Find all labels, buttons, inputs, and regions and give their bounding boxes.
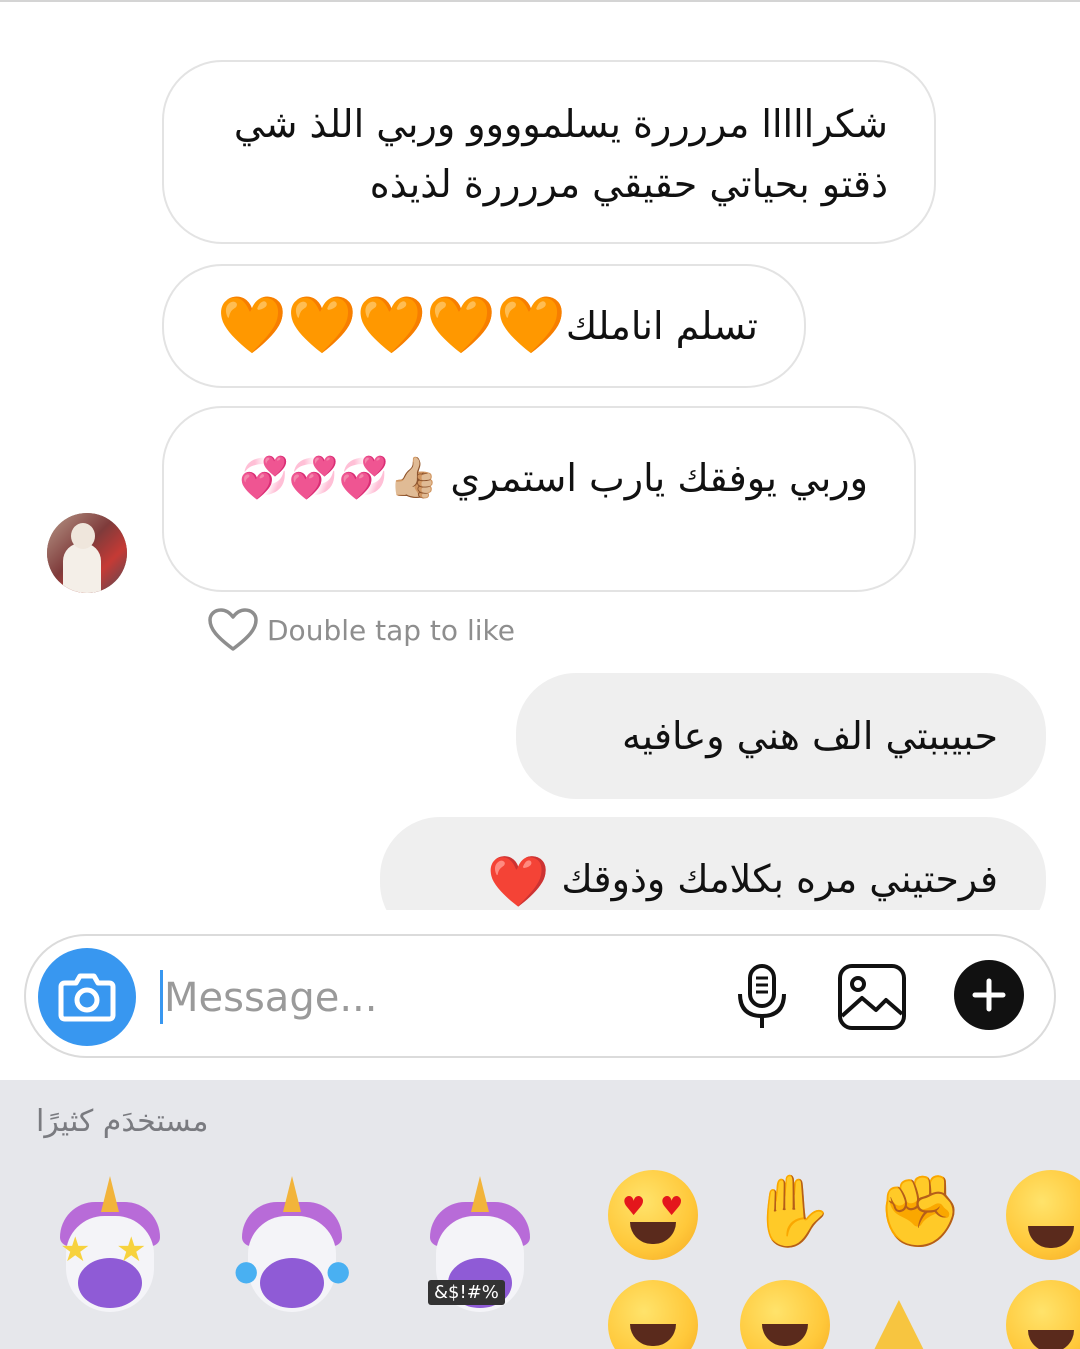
ok-hand-emoji[interactable]: ✋ bbox=[748, 1166, 835, 1256]
message-bubble-outgoing[interactable]: حبيببتي الف هني وعافيه bbox=[516, 673, 1046, 799]
gallery-icon[interactable] bbox=[836, 962, 908, 1032]
sender-avatar[interactable] bbox=[47, 513, 127, 593]
unicorn-star-eyes-memoji[interactable]: ★ ★ bbox=[50, 1176, 170, 1326]
thumbs-up-hearts-emoji: 👍🏼💞💞💞 bbox=[239, 455, 439, 501]
camera-button[interactable] bbox=[38, 948, 136, 1046]
red-heart-emoji: ❤️ bbox=[487, 852, 550, 911]
nerd-face-emoji[interactable] bbox=[1006, 1170, 1080, 1260]
message-text: فرحتيني مره بكلامك وذوقك bbox=[561, 857, 998, 901]
tears-of-joy-emoji[interactable] bbox=[608, 1280, 698, 1349]
memoji-symbol-tag: &$!#% bbox=[428, 1280, 505, 1305]
message-bubble-incoming[interactable]: وربي يوفقك يارب استمري 👍🏼💞💞💞 bbox=[162, 406, 916, 592]
message-text: تسلم اناملك bbox=[565, 304, 758, 348]
flexed-biceps-emoji[interactable]: ✊ bbox=[876, 1166, 963, 1256]
message-thread[interactable]: شكرااااا مررررة يسلموووو وربي اللذ شي ذق… bbox=[0, 0, 1080, 910]
message-bubble-outgoing[interactable]: فرحتيني مره بكلامك وذوقك ❤️ bbox=[380, 817, 1046, 910]
text-cursor bbox=[160, 970, 163, 1024]
microphone-icon[interactable] bbox=[734, 962, 790, 1032]
thumbs-up-emoji[interactable]: ▲ bbox=[872, 1276, 926, 1349]
message-composer bbox=[24, 934, 1056, 1058]
message-text: وربي يوفقك يارب استمري bbox=[450, 456, 868, 500]
message-text: حبيببتي الف هني وعافيه bbox=[622, 714, 998, 758]
emoji-keyboard: مستخدَم كثيرًا ★ ★ ● ● &$!#% ♥ ♥ ✋ ✊ ▲ bbox=[0, 1080, 1080, 1349]
frequently-used-label: مستخدَم كثيرًا bbox=[36, 1104, 209, 1139]
heart-outline-icon[interactable] bbox=[207, 607, 259, 653]
unicorn-laughing-memoji[interactable]: ● ● bbox=[232, 1176, 352, 1326]
tired-face-emoji[interactable] bbox=[1006, 1280, 1080, 1349]
message-text: ذقتو بحياتي حقيقي مررررة لذيذه bbox=[369, 162, 888, 206]
camera-icon bbox=[58, 973, 116, 1022]
grinning-face-emoji[interactable] bbox=[740, 1280, 830, 1349]
message-bubble-incoming[interactable]: تسلم اناملك 🧡🧡🧡🧡🧡 bbox=[162, 264, 806, 388]
like-hint-text: Double tap to like bbox=[267, 613, 515, 647]
message-bubble-incoming[interactable]: شكرااااا مررررة يسلموووو وربي اللذ شي ذق… bbox=[162, 60, 936, 244]
more-options-button[interactable] bbox=[954, 960, 1024, 1030]
heart-eyes-emoji[interactable]: ♥ ♥ bbox=[608, 1170, 698, 1260]
unicorn-cursing-memoji[interactable]: &$!#% bbox=[420, 1176, 540, 1326]
orange-hearts-emoji: 🧡🧡🧡🧡🧡 bbox=[217, 293, 566, 358]
message-input[interactable] bbox=[164, 964, 704, 1032]
plus-icon bbox=[972, 978, 1006, 1012]
like-hint[interactable]: Double tap to like bbox=[207, 607, 515, 653]
message-text: شكرااااا مررررة يسلموووو وربي اللذ شي bbox=[233, 102, 888, 146]
